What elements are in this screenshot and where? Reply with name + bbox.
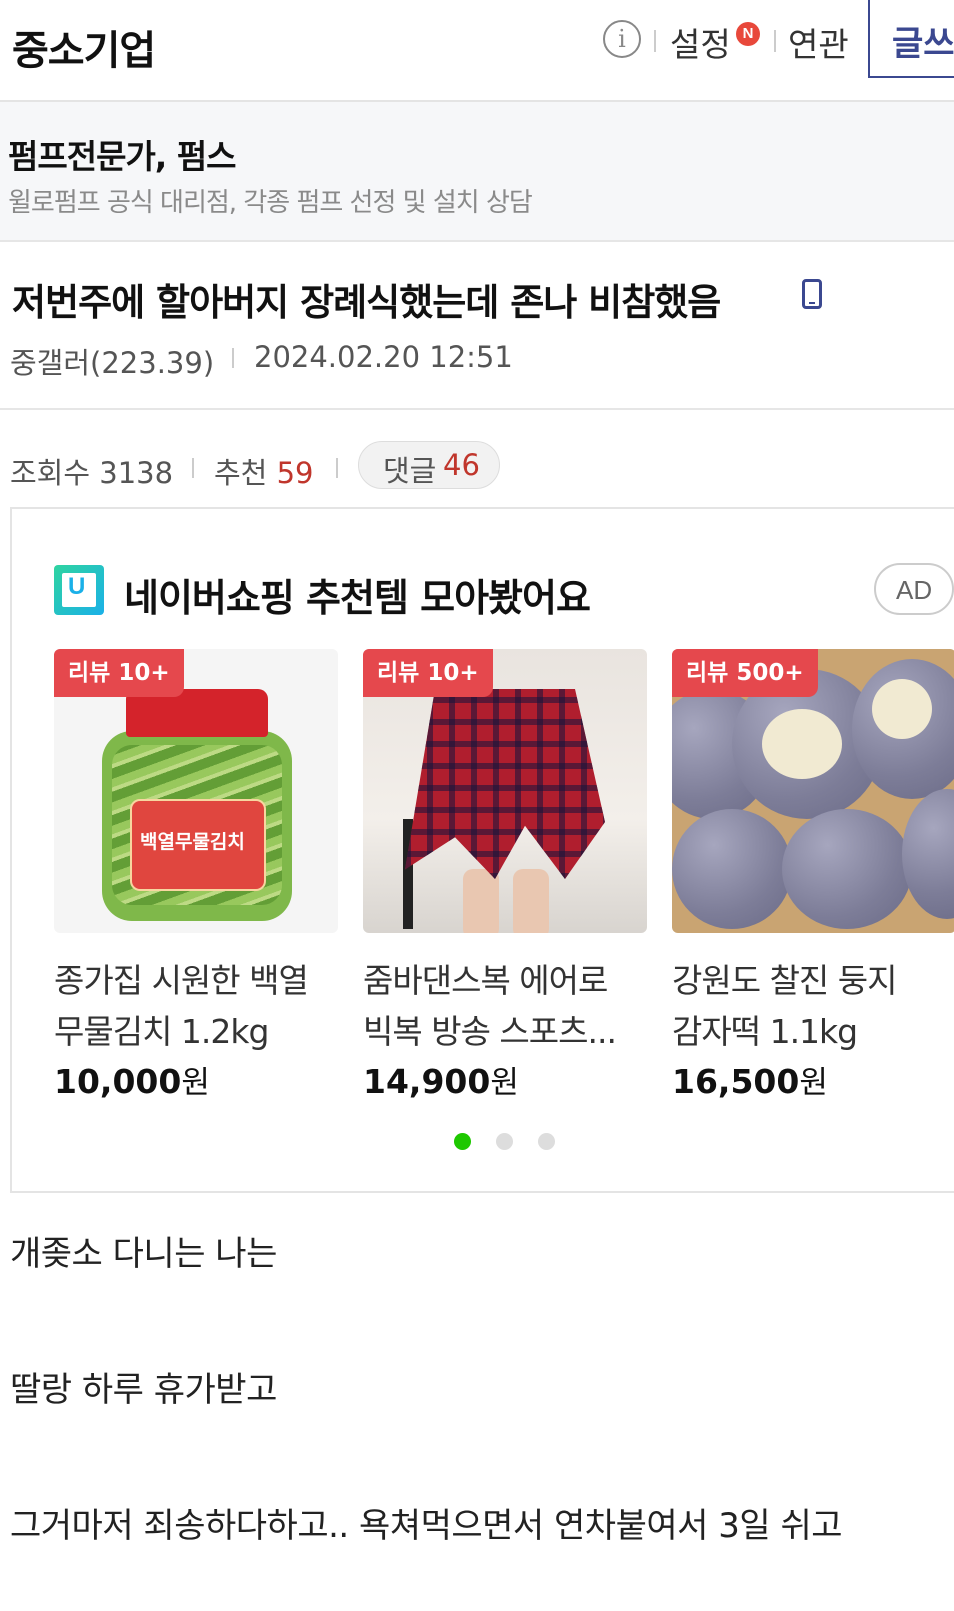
views-label: 조회수 xyxy=(10,456,91,490)
product-card[interactable]: 리뷰 500+ 강원도 찰진 둥지 감자떡 1.1kg 16,500원 xyxy=(672,649,954,1101)
product-name[interactable]: 종가집 시원한 백열 무물김치 1.2kg xyxy=(54,955,338,1057)
banner-description: 윌로펌프 공식 대리점, 각종 펌프 선정 및 설치 상담 xyxy=(8,188,533,218)
write-button-label: 글쓰기 xyxy=(892,24,954,64)
banner-title: 펌프전문가, 펌스 xyxy=(8,137,237,176)
recommend-count: 추천 59 xyxy=(214,450,314,492)
product-image[interactable]: 백열무물김치 리뷰 10+ xyxy=(54,649,338,933)
product-name-line: 빅복 방송 스포츠... xyxy=(363,1012,617,1051)
post-author[interactable]: 중갤러(223.39) xyxy=(10,340,214,382)
price-currency: 원 xyxy=(799,1065,828,1101)
price-value: 10,000 xyxy=(54,1062,182,1101)
price-value: 16,500 xyxy=(672,1062,800,1101)
post-body-line: 개좆소 다니는 나는 xyxy=(10,1234,277,1274)
gallery-title[interactable]: 중소기업 xyxy=(12,18,156,76)
post-datetime: 2024.02.20 12:51 xyxy=(254,340,513,374)
comments-button[interactable]: 댓글 46 xyxy=(358,441,500,489)
product-image[interactable]: 리뷰 500+ xyxy=(672,649,954,933)
views-value: 3138 xyxy=(99,456,174,490)
related-link[interactable]: 연관 xyxy=(788,18,849,66)
product-price: 14,900원 xyxy=(363,1057,519,1102)
price-value: 14,900 xyxy=(363,1062,491,1101)
review-badge: 리뷰 500+ xyxy=(672,649,818,697)
settings-link[interactable]: 설정 xyxy=(670,18,731,66)
post-body-line: 그거마저 죄송하다하고.. 욕쳐먹으면서 연차붙여서 3일 쉬고 xyxy=(10,1506,843,1546)
review-badge: 리뷰 10+ xyxy=(363,649,493,697)
sponsored-banner[interactable]: 펌프전문가, 펌스 윌로펌프 공식 대리점, 각종 펌프 선정 및 설치 상담 xyxy=(0,102,954,242)
post-body-line: 딸랑 하루 휴가받고 xyxy=(10,1370,277,1410)
gallery-header: 중소기업 i 설정 N 연관 글쓰기 xyxy=(0,0,954,102)
post-title: 저번주에 할아버지 장례식했는데 존나 비참했음 xyxy=(12,281,721,324)
review-badge: 리뷰 10+ xyxy=(54,649,184,697)
product-name[interactable]: 강원도 찰진 둥지 감자떡 1.1kg xyxy=(672,955,954,1057)
naver-shopping-logo-icon xyxy=(54,565,104,615)
view-count: 조회수 3138 xyxy=(10,450,173,492)
ad-badge-label: AD xyxy=(896,575,933,605)
carousel-dot-1[interactable] xyxy=(454,1133,471,1150)
carousel-dot-3[interactable] xyxy=(538,1133,555,1150)
write-button[interactable]: 글쓰기 xyxy=(868,0,954,78)
mobile-phone-icon xyxy=(802,279,822,309)
comments-value: 46 xyxy=(443,448,480,482)
product-name-line: 강원도 찰진 둥지 xyxy=(672,961,898,1000)
comments-label: 댓글 xyxy=(383,454,437,488)
product-price: 16,500원 xyxy=(672,1057,828,1102)
shopping-ad-carousel: 네이버쇼핑 추천템 모아봤어요 AD 백열무물김치 리뷰 10+ 종가집 시원한… xyxy=(10,507,954,1193)
product-image[interactable]: 리뷰 10+ xyxy=(363,649,647,933)
product-name[interactable]: 줌바댄스복 에어로 빅복 방송 스포츠... xyxy=(363,955,647,1057)
new-badge: N xyxy=(736,22,760,46)
product-name-line: 무물김치 1.2kg xyxy=(54,1012,269,1051)
divider xyxy=(232,348,234,368)
product-name-line: 줌바댄스복 에어로 xyxy=(363,961,608,1000)
product-card[interactable]: 백열무물김치 리뷰 10+ 종가집 시원한 백열 무물김치 1.2kg 10,0… xyxy=(54,649,338,1101)
product-name-line: 종가집 시원한 백열 xyxy=(54,961,309,1000)
product-price: 10,000원 xyxy=(54,1057,210,1102)
ad-title: 네이버쇼핑 추천템 모아봤어요 xyxy=(124,576,591,620)
product-name-line: 감자떡 1.1kg xyxy=(672,1012,858,1051)
recommend-label: 추천 xyxy=(214,456,268,490)
divider xyxy=(336,458,338,478)
info-icon[interactable]: i xyxy=(603,20,641,58)
divider xyxy=(654,30,656,52)
divider xyxy=(774,30,776,52)
price-currency: 원 xyxy=(181,1065,210,1101)
product-card[interactable]: 리뷰 10+ 줌바댄스복 에어로 빅복 방송 스포츠... 14,900원 xyxy=(363,649,647,1101)
product-image-label: 백열무물김치 xyxy=(140,831,245,853)
recommend-value: 59 xyxy=(276,456,314,490)
price-currency: 원 xyxy=(490,1065,519,1101)
carousel-dot-2[interactable] xyxy=(496,1133,513,1150)
divider xyxy=(192,458,194,478)
ad-badge[interactable]: AD xyxy=(874,563,954,615)
section-divider xyxy=(0,408,954,410)
